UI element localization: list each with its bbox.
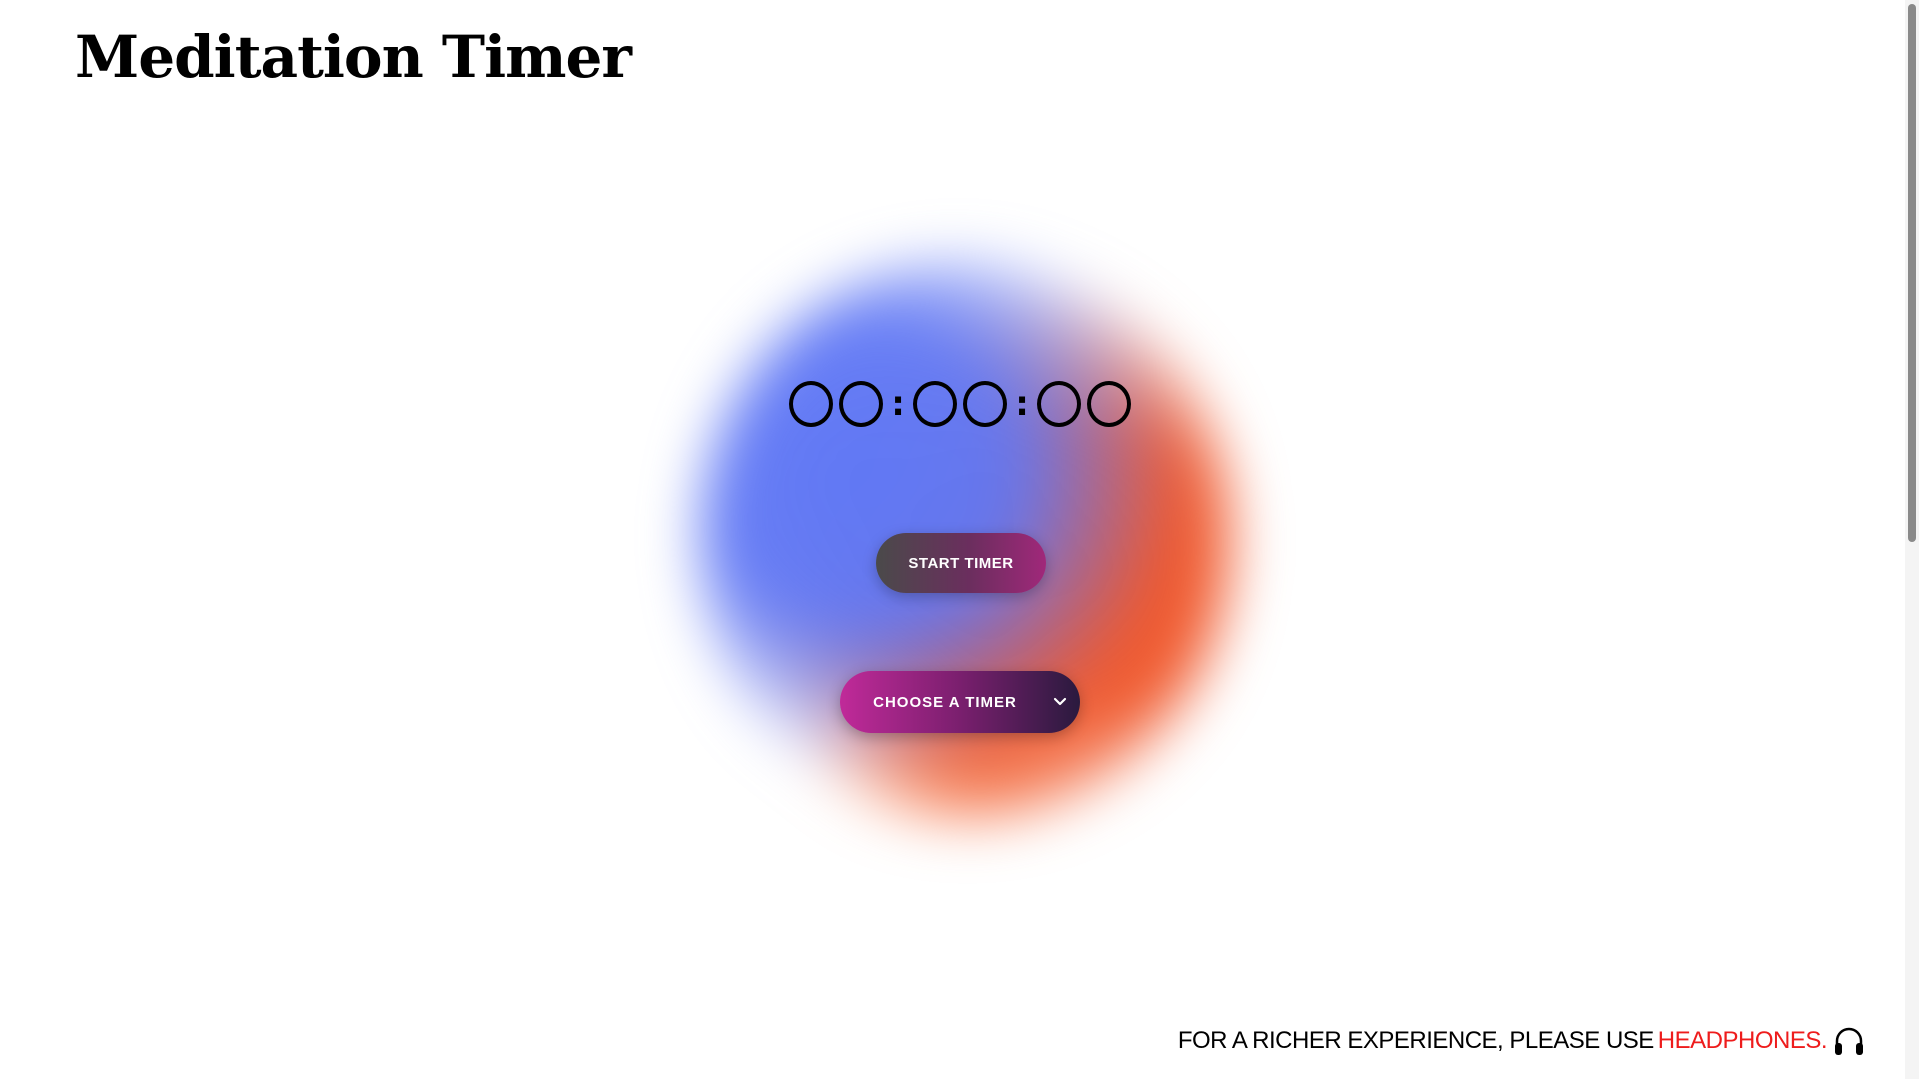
- timer-separator: :: [1015, 384, 1029, 424]
- scrollbar-thumb[interactable]: [1908, 4, 1916, 542]
- headphones-note-text: FOR A RICHER EXPERIENCE, PLEASE USE: [1177, 1027, 1654, 1054]
- timer-seconds-ones-digit: [1087, 381, 1131, 427]
- timer-separator: :: [891, 384, 905, 424]
- headphones-note: FOR A RICHER EXPERIENCE, PLEASE USE HEAD…: [1178, 1023, 1867, 1059]
- page: Meditation Timer : : START TIMER CHOOSE …: [0, 0, 1919, 1079]
- choose-timer-label: CHOOSE A TIMER: [873, 693, 1017, 711]
- start-timer-button[interactable]: START TIMER: [876, 533, 1046, 593]
- chevron-down-icon: [1040, 697, 1080, 707]
- timer-hours-tens-digit: [789, 381, 833, 427]
- headphones-highlight: HEADPHONES.: [1657, 1027, 1828, 1054]
- timer-seconds-tens-digit: [1037, 381, 1081, 427]
- headphones-icon: [1831, 1023, 1867, 1059]
- page-title: Meditation Timer: [75, 23, 632, 91]
- timer-display: : :: [760, 376, 1160, 432]
- timer-minutes-ones-digit: [963, 381, 1007, 427]
- choose-timer-select[interactable]: CHOOSE A TIMER: [840, 671, 1080, 733]
- timer-minutes-tens-digit: [913, 381, 957, 427]
- timer-hours-ones-digit: [839, 381, 883, 427]
- vertical-scrollbar[interactable]: [1905, 0, 1919, 1079]
